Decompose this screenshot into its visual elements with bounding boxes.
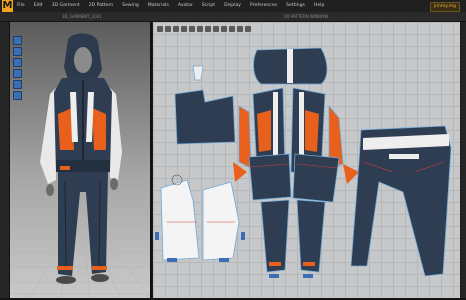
segment-icon[interactable] [173, 26, 179, 32]
pattern-sleeve-white-left [160, 179, 200, 261]
menu-display[interactable]: Display [224, 0, 241, 12]
user-account-button[interactable]: jimmy.mg [430, 2, 460, 12]
dart-icon[interactable] [221, 26, 227, 32]
pattern-tab [192, 65, 204, 81]
edit-pattern-icon[interactable] [157, 26, 163, 32]
menu-sewing[interactable]: Sewing [122, 0, 139, 12]
menu-avatar[interactable]: Avatar [178, 0, 193, 12]
app-logo: M [2, 0, 13, 12]
scale-icon[interactable] [13, 69, 22, 78]
pattern-pants-right [296, 199, 326, 273]
right-panel-strip [461, 22, 466, 300]
point-icon[interactable] [181, 26, 187, 32]
menu-2d-pattern[interactable]: 2D Pattern [89, 0, 113, 12]
menu-script[interactable]: Script [202, 0, 215, 12]
menu-materials[interactable]: Materials [148, 0, 169, 12]
free-sew-icon[interactable] [237, 26, 243, 32]
view2d-toolbar [157, 26, 251, 32]
pattern-sleeve-white-right [202, 181, 240, 261]
menu-3d-garment[interactable]: 3D Garment [52, 0, 80, 12]
menu-edit[interactable]: Edit [34, 0, 43, 12]
menu-file[interactable]: File [17, 0, 25, 12]
avatar-garment-render [10, 33, 150, 298]
fold-icon[interactable] [13, 91, 22, 100]
sew-icon[interactable] [229, 26, 235, 32]
window-title-strip: 3D_GARMENT_2021 2D PATTERN WINDOW [0, 12, 466, 22]
floor-grid [10, 236, 150, 298]
menu-help[interactable]: Help [314, 0, 324, 12]
rectangle-icon[interactable] [197, 26, 203, 32]
pattern-pieces [155, 47, 452, 278]
polygon-icon[interactable] [205, 26, 211, 32]
2d-pattern-viewport[interactable] [153, 22, 460, 298]
pattern-pants-left [260, 199, 290, 273]
pattern-jacket-front-left [174, 89, 236, 145]
menu-preferences[interactable]: Preferences [250, 0, 277, 12]
zoom-icon[interactable] [245, 26, 251, 32]
menu-list: File Edit 3D Garment 2D Pattern Sewing M… [17, 0, 324, 12]
curve-icon[interactable] [189, 26, 195, 32]
rotate-icon[interactable] [13, 58, 22, 67]
view2d-title: 2D PATTERN WINDOW [284, 14, 329, 19]
3d-garment-viewport[interactable] [10, 22, 152, 298]
object-browser-strip [0, 22, 10, 300]
move-icon[interactable] [13, 47, 22, 56]
menu-settings[interactable]: Settings [286, 0, 305, 12]
transform-icon[interactable] [165, 26, 171, 32]
select-icon[interactable] [13, 36, 22, 45]
view3d-title: 3D_GARMENT_2021 [62, 14, 102, 19]
circle-icon[interactable] [213, 26, 219, 32]
pin-icon[interactable] [13, 80, 22, 89]
view3d-toolbar [13, 36, 22, 100]
